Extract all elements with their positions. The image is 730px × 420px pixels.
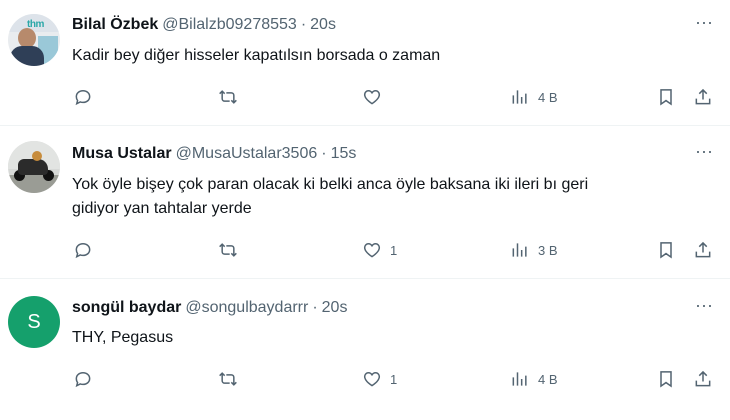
views-button[interactable]: 4 B	[510, 368, 558, 390]
views-button[interactable]: 3 B	[510, 239, 558, 261]
like-icon	[363, 242, 381, 258]
share-button[interactable]	[693, 239, 713, 261]
avatar-face	[18, 28, 36, 48]
like-button[interactable]	[362, 86, 390, 108]
bookmark-button[interactable]	[656, 239, 676, 261]
avatar-motorcycle	[18, 159, 48, 175]
tweet-text-line: gidiyor yan tahtalar yerde	[72, 200, 252, 217]
action-bar: 1 3 B	[0, 239, 730, 263]
reply-button[interactable]	[73, 86, 93, 108]
share-icon	[695, 241, 711, 258]
like-count: 1	[390, 371, 398, 387]
avatar-initial: S	[27, 311, 41, 333]
bookmark-button[interactable]	[656, 86, 676, 108]
separator-dot: ·	[300, 16, 307, 33]
tweet-header: songül baydar @songulbaydarrr · 20s	[72, 298, 347, 318]
bookmark-icon	[660, 89, 672, 106]
views-icon	[512, 90, 527, 104]
avatar[interactable]: thm	[8, 14, 60, 66]
views-button[interactable]: 4 B	[510, 86, 558, 108]
avatar[interactable]	[8, 141, 60, 193]
view-count: 4 B	[538, 89, 558, 105]
reply-button[interactable]	[73, 368, 93, 390]
display-name[interactable]: songül baydar	[72, 299, 181, 316]
bookmark-icon	[660, 242, 672, 259]
more-options-icon[interactable]: ···	[690, 13, 718, 35]
tweet-text: Yok öyle bişey çok paran olacak ki belki…	[72, 173, 712, 221]
tweet[interactable]: Musa Ustalar @MusaUstalar3506 · 15s ··· Yok…	[0, 126, 730, 279]
share-button[interactable]	[693, 368, 713, 390]
tweet-text-line: THY, Pegasus	[72, 329, 174, 346]
more-options-icon[interactable]: ···	[690, 296, 718, 318]
tweet-text-line: Kadir bey diğer hisseler kapatılsın bors…	[72, 47, 441, 64]
share-icon	[695, 88, 711, 105]
tweet-text-line: Yok öyle bişey çok paran olacak ki belki…	[72, 176, 589, 193]
reply-icon	[75, 371, 91, 388]
timestamp[interactable]: 20s	[310, 16, 336, 33]
share-icon	[695, 370, 711, 387]
separator-dot: ·	[312, 299, 318, 316]
separator-dot: ·	[321, 145, 327, 162]
share-button[interactable]	[693, 86, 713, 108]
timestamp[interactable]: 20s	[322, 299, 348, 316]
tweet-header: Musa Ustalar @MusaUstalar3506 · 15s	[72, 144, 356, 164]
reply-button[interactable]	[73, 239, 93, 261]
views-icon	[512, 372, 527, 386]
tweet[interactable]: S songül baydar @songulbaydarrr · 20s ··· T…	[0, 279, 730, 420]
like-button[interactable]: 1	[362, 368, 397, 390]
reply-icon	[75, 89, 91, 106]
display-name[interactable]: Musa Ustalar	[72, 145, 172, 162]
retweet-icon	[219, 372, 237, 386]
tweet[interactable]: thm Bilal Özbek @Bilalzb09278553 · 20s ··· …	[0, 0, 730, 126]
retweet-button[interactable]	[218, 368, 238, 390]
action-bar: 4 B	[0, 86, 730, 110]
retweet-icon	[219, 243, 237, 257]
retweet-icon	[219, 90, 237, 104]
like-icon	[363, 89, 381, 105]
view-count: 4 B	[538, 371, 558, 387]
user-handle[interactable]: @Bilalzb09278553	[162, 16, 297, 33]
user-handle[interactable]: @songulbaydarrr	[185, 299, 308, 316]
avatar-body	[10, 46, 44, 66]
display-name[interactable]: Bilal Özbek	[72, 16, 158, 33]
tweet-text: THY, Pegasus	[72, 326, 712, 350]
views-icon	[512, 243, 527, 257]
action-bar: 1 4 B	[0, 368, 730, 392]
reply-icon	[75, 242, 91, 259]
tweet-text: Kadir bey diğer hisseler kapatılsın bors…	[72, 44, 712, 68]
retweet-button[interactable]	[218, 86, 238, 108]
bookmark-icon	[660, 371, 672, 388]
like-icon	[363, 371, 381, 387]
tweet-header: Bilal Özbek @Bilalzb09278553 · 20s	[72, 15, 336, 35]
bookmark-button[interactable]	[656, 368, 676, 390]
user-handle[interactable]: @MusaUstalar3506	[176, 145, 318, 162]
like-count: 1	[390, 242, 398, 258]
like-button[interactable]: 1	[362, 239, 397, 261]
timestamp[interactable]: 15s	[331, 145, 357, 162]
avatar-rider	[32, 151, 42, 161]
view-count: 3 B	[538, 242, 558, 258]
retweet-button[interactable]	[218, 239, 238, 261]
avatar[interactable]: S	[8, 296, 60, 348]
more-options-icon[interactable]: ···	[690, 142, 718, 164]
